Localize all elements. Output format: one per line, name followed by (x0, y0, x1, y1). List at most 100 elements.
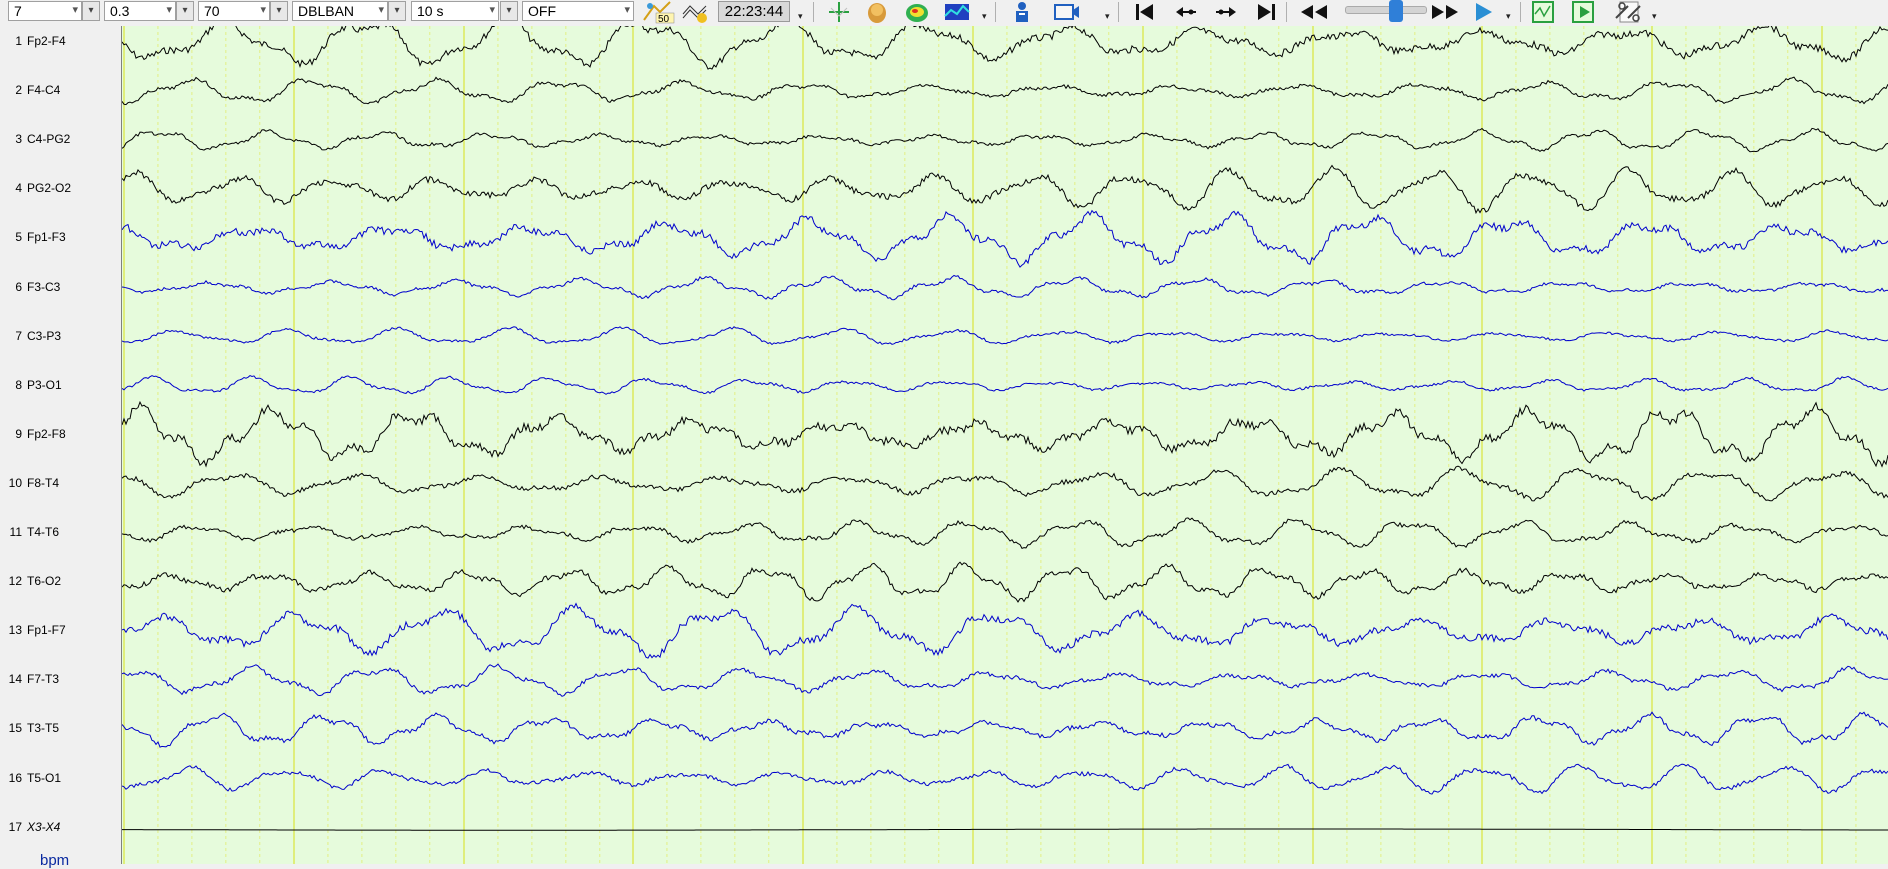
chevron-down-icon[interactable]: ▾ (1506, 11, 1511, 22)
eeg-trace-f8-t4 (122, 465, 1888, 502)
topo-map-icon[interactable] (903, 0, 931, 24)
channel-name: T4-T6 (27, 525, 60, 539)
head-map-icon[interactable] (863, 0, 891, 24)
marker-add-icon[interactable] (825, 0, 853, 24)
chevron-down-icon[interactable]: ▾ (1105, 11, 1110, 22)
go-start-icon[interactable] (1131, 0, 1159, 24)
clock-display: 22:23:44 (718, 1, 790, 22)
signal-play-icon[interactable] (1570, 0, 1598, 24)
channel-label-panel: 1 Fp2-F4 2 F4-C4 3 C4-PG2 4 PG2-O2 5 Fp1-F3 6 F3-C3… (0, 26, 122, 864)
eeg-trace-fp1-f7 (122, 602, 1888, 659)
channel-number: 9 (15, 426, 22, 441)
chevron-down-icon: ▾ (260, 4, 266, 16)
channel-name: PG2-O2 (27, 181, 72, 196)
chevron-down-icon: ▾ (72, 4, 78, 16)
chevron-down-icon: ▾ (489, 4, 495, 16)
spin-button[interactable]: ▾ (82, 1, 100, 21)
montage-grid-icon[interactable] (680, 0, 712, 24)
spectrum-icon[interactable] (943, 0, 971, 24)
combo-value: 7 (14, 3, 22, 19)
low-filter-select[interactable]: 0.3 ▾ (104, 1, 176, 21)
go-end-icon[interactable] (1252, 0, 1280, 24)
step-back-icon[interactable] (1172, 0, 1200, 24)
eeg-trace-t4-t6 (122, 517, 1888, 550)
high-filter-select[interactable]: 70 ▾ (198, 1, 270, 21)
channel-number: 5 (15, 230, 22, 245)
patient-info-icon[interactable] (1008, 0, 1036, 24)
toolbar-separator (995, 2, 996, 22)
combo-value: DBLBAN (298, 3, 355, 19)
spin-button[interactable]: ▾ (176, 1, 194, 21)
channel-number: 12 (8, 574, 22, 589)
spin-button[interactable]: ▾ (388, 1, 406, 21)
channel-name: Fp2-F4 (27, 34, 66, 48)
channel-number: 2 (15, 83, 22, 98)
eeg-trace-t5-o1 (122, 763, 1888, 795)
fast-forward-icon[interactable] (1428, 0, 1462, 24)
notch-select[interactable]: OFF ▾ (522, 1, 634, 21)
channel-name: X3-X4 (27, 819, 61, 834)
channel-name: F3-C3 (27, 279, 61, 294)
combo-value: OFF (528, 3, 556, 19)
eeg-trace-f4-c4 (122, 76, 1888, 106)
channel-number: 17 (8, 819, 22, 834)
eeg-trace-area[interactable] (122, 26, 1888, 864)
bpm-label: bpm (40, 852, 70, 869)
settings-icon[interactable] (1612, 0, 1646, 24)
playback-speed-knob[interactable] (1389, 0, 1403, 22)
eeg-trace-t6-o2 (122, 561, 1888, 603)
channel-number: 8 (15, 377, 22, 392)
channel-name: T3-T5 (27, 721, 60, 736)
eeg-trace-c3-p3 (122, 326, 1888, 346)
spin-button[interactable]: ▾ (500, 1, 518, 21)
eeg-trace-pg2-o2 (122, 164, 1888, 215)
video-icon[interactable] (1053, 0, 1081, 24)
channel-name: T6-O2 (27, 574, 62, 589)
channel-name: C4-PG2 (27, 132, 71, 147)
eeg-trace-canvas[interactable] (122, 26, 1888, 864)
chevron-down-icon[interactable]: ▾ (982, 11, 987, 22)
timebase-select[interactable]: 10 s ▾ (411, 1, 499, 21)
eeg-trace-fp2-f8 (122, 400, 1888, 468)
channel-name: Fp1-F3 (27, 230, 66, 245)
channel-name: P3-O1 (27, 377, 62, 392)
channel-number: 4 (15, 181, 22, 196)
channel-name: Fp2-F8 (27, 426, 66, 441)
channel-number: 7 (15, 328, 22, 343)
channel-name: F8-T4 (27, 475, 60, 490)
eeg-trace-fp2-f4 (122, 26, 1888, 70)
channel-number: 1 (15, 34, 22, 48)
signal-view-icon[interactable] (1530, 0, 1558, 24)
eeg-trace-c4-pg2 (122, 127, 1888, 153)
filter-50hz-icon[interactable]: 50 (640, 0, 676, 25)
channel-number: 10 (8, 475, 22, 490)
spin-button[interactable]: ▾ (270, 1, 288, 21)
toolbar-separator (1520, 2, 1521, 22)
toolbar-separator (1286, 2, 1287, 22)
eeg-trace-f3-c3 (122, 274, 1888, 301)
playback-speed-slider[interactable] (1345, 6, 1427, 14)
channel-name: T5-O1 (27, 770, 62, 785)
channel-name: C3-P3 (27, 328, 62, 343)
rewind-icon[interactable] (1297, 0, 1331, 24)
play-icon[interactable] (1470, 0, 1498, 24)
combo-value: 10 s (417, 3, 444, 19)
notch-badge: 50 (658, 14, 670, 24)
eeg-trace-fp1-f3 (122, 209, 1888, 268)
channel-number: 11 (9, 525, 22, 539)
combo-value: 70 (204, 3, 220, 19)
chevron-down-icon[interactable]: ▾ (798, 11, 803, 22)
channel-number: 15 (8, 721, 22, 736)
chevron-down-icon: ▾ (166, 4, 172, 16)
channel-number: 13 (8, 623, 22, 638)
combo-value: 0.3 (110, 3, 130, 19)
eeg-trace-t3-t5 (122, 711, 1888, 748)
montage-select[interactable]: DBLBAN ▾ (292, 1, 388, 21)
chevron-down-icon: ▾ (378, 4, 384, 16)
eeg-trace-p3-o1 (122, 375, 1888, 395)
step-forward-icon[interactable] (1212, 0, 1240, 24)
montage-count-select[interactable]: 7 ▾ (8, 1, 82, 21)
channel-number: 14 (8, 672, 22, 687)
toolbar-separator (1118, 2, 1119, 22)
chevron-down-icon[interactable]: ▾ (1652, 11, 1657, 22)
